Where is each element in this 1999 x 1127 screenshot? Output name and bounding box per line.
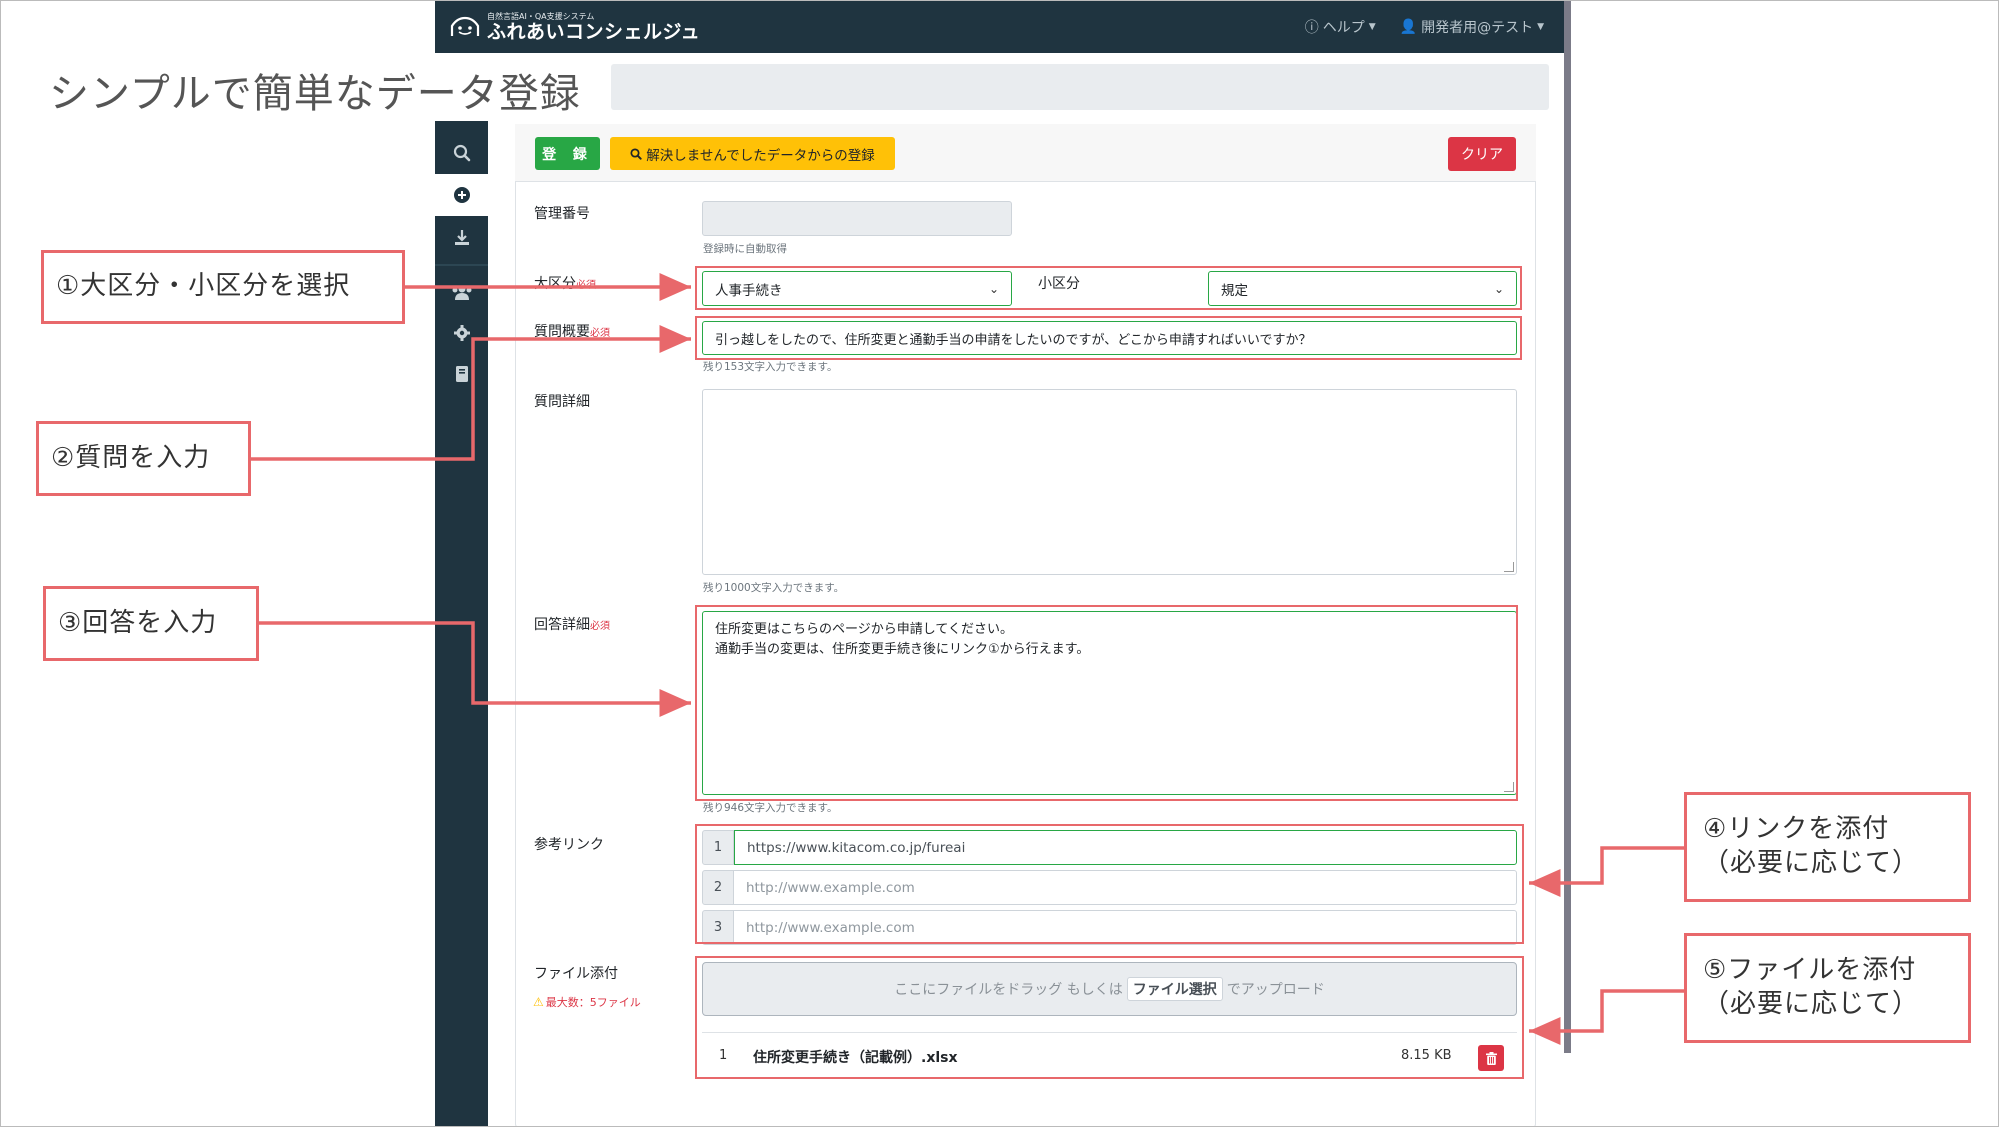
category-label: 大区分必須 (534, 273, 596, 293)
register-from-unresolved-label: 解決しませんでしたデータからの登録 (646, 147, 875, 164)
user-menu[interactable]: 👤 開発者用@テスト ▼ (1400, 17, 1544, 37)
caret-down-icon: ▼ (1537, 22, 1544, 32)
required-mark: 必須 (590, 621, 610, 632)
answer-detail-label: 回答詳細必須 (534, 614, 610, 634)
highlight-attachments (695, 956, 1524, 1079)
callout-3: ③回答を入力 (43, 586, 259, 661)
navbar: 自然言語AI・QA支援システム ふれあいコンシェルジュ ⓘ ヘルプ ▼ 👤 開発… (435, 1, 1564, 53)
title-bar-background (611, 64, 1549, 110)
callout-4-line-2: （必要に応じて） (1703, 848, 1920, 878)
highlight-links (695, 824, 1524, 944)
plus-circle-icon (453, 187, 470, 203)
sidebar-item-manual[interactable] (435, 354, 488, 394)
logo-mark-icon (450, 16, 480, 36)
callout-1: ①大区分・小区分を選択 (41, 250, 405, 324)
user-icon: 👤 (1399, 19, 1418, 35)
help-menu[interactable]: ⓘ ヘルプ ▼ (1305, 17, 1376, 37)
required-mark: 必須 (590, 328, 610, 339)
sidebar (435, 121, 488, 1126)
clear-button[interactable]: クリア (1448, 137, 1516, 171)
question-summary-label: 質問概要必須 (534, 321, 610, 341)
slide: シンプルで簡単なデータ登録 自然言語AI・QA支援システム ふれあいコンシェルジ… (0, 0, 1999, 1127)
sidebar-item-settings[interactable] (435, 312, 488, 354)
answer-detail-help: 残り946文字入力できます。 (703, 802, 838, 814)
download-icon (454, 230, 469, 245)
search-icon (453, 144, 470, 162)
help-menu-label: ヘルプ (1322, 20, 1365, 36)
attachments-max-note-text: 最大数：5ファイル (545, 996, 641, 1009)
sidebar-item-download[interactable] (435, 216, 488, 258)
highlight-category (695, 266, 1522, 310)
question-circle-icon: ⓘ (1304, 20, 1319, 36)
required-mark: 必須 (576, 280, 596, 291)
question-summary-label-text: 質問概要 (534, 324, 590, 340)
attachments-max-note: ⚠ 最大数：5ファイル (533, 994, 641, 1010)
logo-subtitle: 自然言語AI・QA支援システム (487, 11, 595, 21)
users-icon (452, 285, 471, 300)
warning-icon: ⚠ (533, 995, 544, 1009)
search-icon (630, 147, 642, 160)
sidebar-divider (435, 264, 488, 266)
callout-5-line-2: （必要に応じて） (1703, 989, 1920, 1019)
user-menu-label: 開発者用@テスト (1421, 20, 1534, 36)
management-no-field (702, 201, 1012, 236)
register-from-unresolved-button[interactable]: 解決しませんでしたデータからの登録 (610, 137, 895, 170)
highlight-answer (695, 605, 1518, 801)
vertical-scrollbar[interactable] (1564, 1, 1571, 1053)
sidebar-item-users[interactable] (435, 272, 488, 312)
question-summary-help: 残り153文字入力できます。 (703, 361, 838, 373)
callout-4-line-1: ④リンクを添付 (1703, 814, 1890, 845)
book-icon (455, 366, 468, 382)
category-label-text: 大区分 (534, 276, 576, 292)
callout-5: ⑤ファイルを添付 （必要に応じて） (1684, 933, 1971, 1043)
sidebar-item-search[interactable] (435, 132, 488, 174)
answer-detail-label-text: 回答詳細 (534, 617, 590, 633)
management-no-label: 管理番号 (534, 206, 590, 222)
highlight-question (695, 316, 1522, 360)
caret-down-icon: ▼ (1368, 22, 1376, 32)
callout-4: ④リンクを添付 （必要に応じて） (1684, 792, 1971, 902)
resize-handle[interactable] (1504, 562, 1514, 572)
question-detail-textarea[interactable] (702, 389, 1517, 575)
gear-icon (453, 325, 470, 341)
register-button[interactable]: 登 録 (535, 137, 600, 170)
callout-2: ②質問を入力 (36, 421, 251, 496)
question-detail-help: 残り1000文字入力できます。 (703, 582, 845, 594)
attachments-label: ファイル添付 (534, 966, 618, 982)
app-logo[interactable]: 自然言語AI・QA支援システム ふれあいコンシェルジュ (449, 11, 701, 43)
question-detail-label: 質問詳細 (534, 394, 590, 410)
sidebar-item-register[interactable] (435, 174, 488, 216)
management-no-help: 登録時に自動取得 (703, 243, 787, 255)
reference-links-label: 参考リンク (534, 837, 604, 853)
callout-5-line-1: ⑤ファイルを添付 (1703, 955, 1917, 986)
slide-title: シンプルで簡単なデータ登録 (49, 71, 581, 117)
logo-title: ふれあいコンシェルジュ (487, 20, 701, 43)
